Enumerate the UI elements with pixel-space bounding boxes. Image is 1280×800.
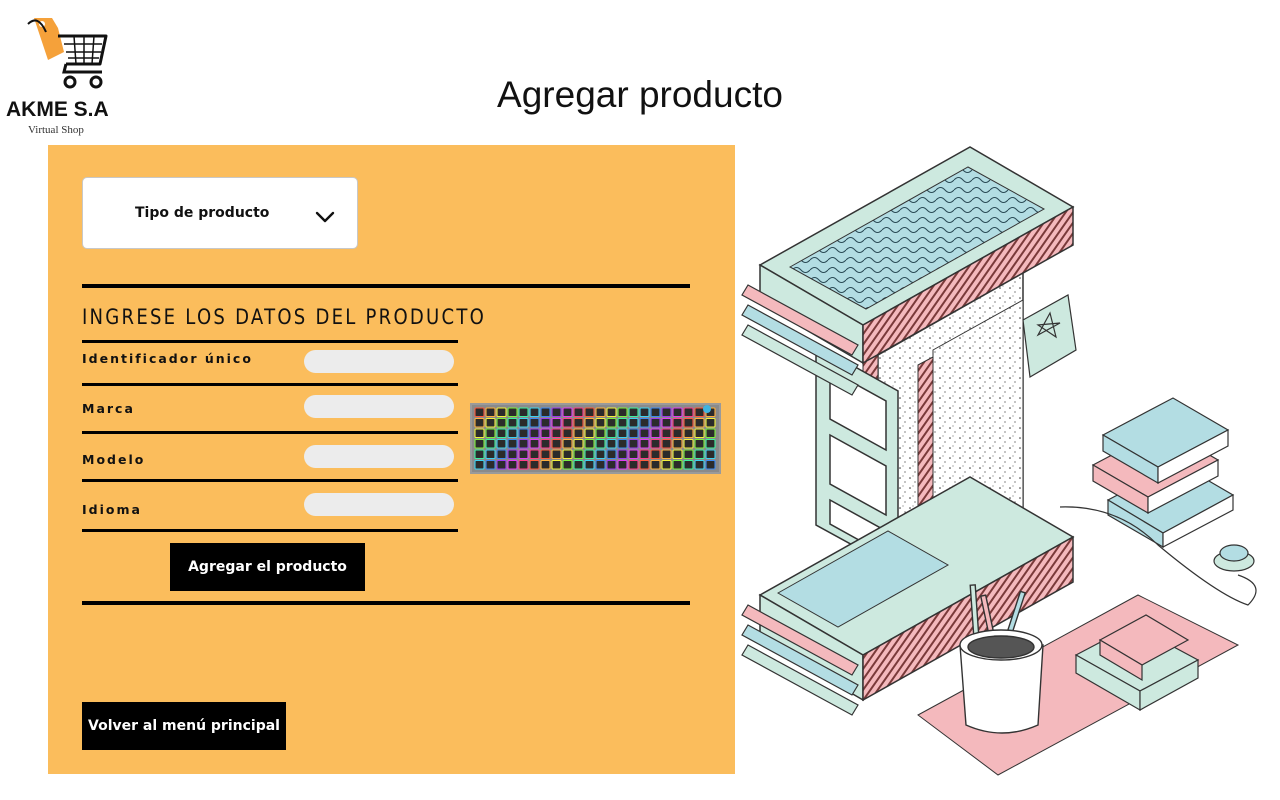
divider [82,479,458,482]
back-to-main-menu-button[interactable]: Volver al menú principal [82,702,286,750]
unique-id-label: Identificador único [82,351,253,366]
logo-subtitle: Virtual Shop [28,124,84,136]
product-type-select[interactable]: Tipo de producto [82,177,358,249]
section-heading: INGRESE LOS DATOS DEL PRODUCTO [82,305,487,329]
divider [82,340,458,343]
brand-label: Marca [82,401,135,416]
model-label: Modelo [82,452,146,467]
language-input[interactable] [304,493,454,516]
keyboard-product-image [470,403,721,474]
divider [82,529,458,532]
isometric-letter-i-illustration [741,146,1257,776]
divider [82,431,458,434]
model-input[interactable] [304,445,454,468]
language-label: Idioma [82,502,142,517]
chevron-down-icon[interactable] [315,210,335,224]
brand-input[interactable] [304,395,454,418]
divider-top [82,284,690,288]
page-title: Agregar producto [497,74,783,115]
divider [82,383,458,386]
unique-id-input[interactable] [304,350,454,373]
form-panel: Tipo de producto INGRESE LOS DATOS DEL P… [48,145,735,774]
add-product-button[interactable]: Agregar el producto [170,543,365,591]
divider-bottom [82,601,690,605]
product-type-select-label: Tipo de producto [135,205,270,221]
